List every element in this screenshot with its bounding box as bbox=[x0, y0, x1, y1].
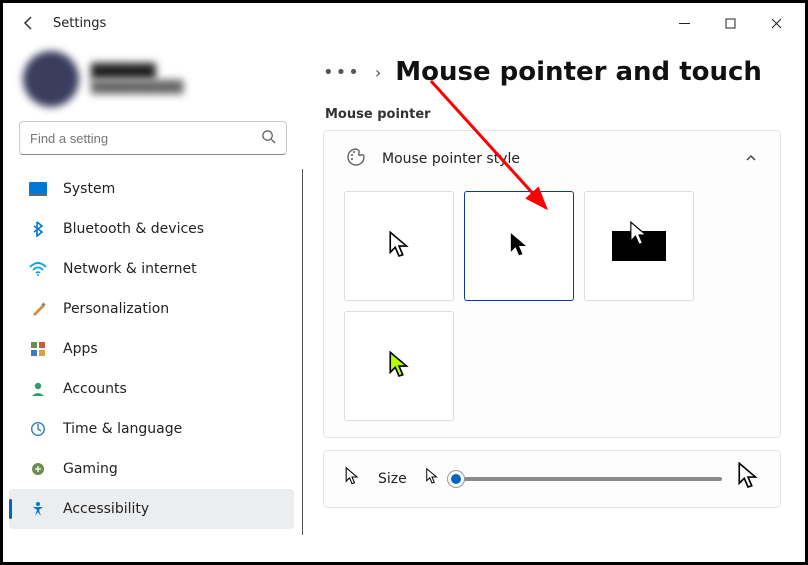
breadcrumb-overflow[interactable]: ••• bbox=[323, 62, 361, 83]
accessibility-icon bbox=[29, 500, 47, 518]
avatar bbox=[23, 51, 79, 107]
system-icon bbox=[29, 180, 47, 198]
titlebar: Settings bbox=[3, 3, 805, 43]
nav-label: System bbox=[63, 181, 115, 197]
clock-globe-icon bbox=[29, 420, 47, 438]
brush-icon bbox=[29, 300, 47, 318]
close-button[interactable] bbox=[753, 7, 799, 39]
pointer-style-panel: Mouse pointer style bbox=[323, 130, 781, 438]
palette-icon bbox=[346, 147, 366, 171]
back-button[interactable] bbox=[15, 9, 43, 37]
sidebar-item-bluetooth[interactable]: Bluetooth & devices bbox=[9, 209, 294, 249]
bluetooth-icon bbox=[29, 220, 47, 238]
nav-label: Apps bbox=[63, 341, 98, 357]
pointer-style-inverted[interactable] bbox=[584, 191, 694, 301]
chevron-up-icon bbox=[744, 150, 758, 169]
panel-title: Mouse pointer style bbox=[382, 151, 520, 167]
size-label: Size bbox=[378, 471, 407, 487]
gaming-icon bbox=[29, 460, 47, 478]
nav-label: Personalization bbox=[63, 301, 169, 317]
user-icon bbox=[29, 380, 47, 398]
sidebar-item-apps[interactable]: Apps bbox=[9, 329, 294, 369]
main-content: ••• › Mouse pointer and touch Mouse poin… bbox=[303, 43, 805, 562]
profile-name: ██████ bbox=[91, 64, 183, 80]
breadcrumb: ••• › Mouse pointer and touch bbox=[323, 57, 781, 87]
pointer-size-slider[interactable] bbox=[453, 469, 722, 489]
nav-label: Bluetooth & devices bbox=[63, 221, 204, 237]
sidebar-item-time-language[interactable]: Time & language bbox=[9, 409, 294, 449]
nav-label: Accessibility bbox=[63, 501, 149, 517]
pointer-style-grid bbox=[324, 187, 780, 437]
nav-label: Gaming bbox=[63, 461, 118, 477]
maximize-button[interactable] bbox=[707, 7, 753, 39]
sidebar-item-system[interactable]: System bbox=[9, 169, 294, 209]
page-title: Mouse pointer and touch bbox=[395, 57, 762, 87]
pointer-style-black[interactable] bbox=[464, 191, 574, 301]
search-box[interactable] bbox=[19, 121, 287, 155]
search-icon bbox=[261, 129, 276, 148]
sidebar-item-accounts[interactable]: Accounts bbox=[9, 369, 294, 409]
sidebar-item-accessibility[interactable]: Accessibility bbox=[9, 489, 294, 529]
window-controls bbox=[661, 7, 799, 39]
sidebar-item-network[interactable]: Network & internet bbox=[9, 249, 294, 289]
wifi-icon bbox=[29, 260, 47, 278]
slider-max-icon bbox=[736, 462, 760, 496]
chevron-right-icon: › bbox=[375, 63, 381, 82]
apps-icon bbox=[29, 340, 47, 358]
nav-label: Time & language bbox=[63, 421, 182, 437]
sidebar-item-gaming[interactable]: Gaming bbox=[9, 449, 294, 489]
app-title: Settings bbox=[53, 16, 106, 31]
nav-list: System Bluetooth & devices Network & int… bbox=[3, 169, 303, 535]
slider-min-icon bbox=[425, 468, 439, 490]
pointer-small-icon bbox=[344, 467, 360, 491]
nav-label: Accounts bbox=[63, 381, 127, 397]
sidebar-item-personalization[interactable]: Personalization bbox=[9, 289, 294, 329]
pointer-style-header[interactable]: Mouse pointer style bbox=[324, 131, 780, 187]
pointer-style-custom[interactable] bbox=[344, 311, 454, 421]
pointer-size-panel: Size bbox=[323, 450, 781, 508]
search-input[interactable] bbox=[30, 131, 261, 146]
section-label: Mouse pointer bbox=[325, 107, 781, 122]
pointer-style-white[interactable] bbox=[344, 191, 454, 301]
nav-label: Network & internet bbox=[63, 261, 197, 277]
minimize-button[interactable] bbox=[661, 7, 707, 39]
profile-email: ██████████ bbox=[91, 80, 183, 94]
profile-block[interactable]: ██████ ██████████ bbox=[3, 47, 303, 121]
sidebar: ██████ ██████████ System bbox=[3, 43, 303, 562]
